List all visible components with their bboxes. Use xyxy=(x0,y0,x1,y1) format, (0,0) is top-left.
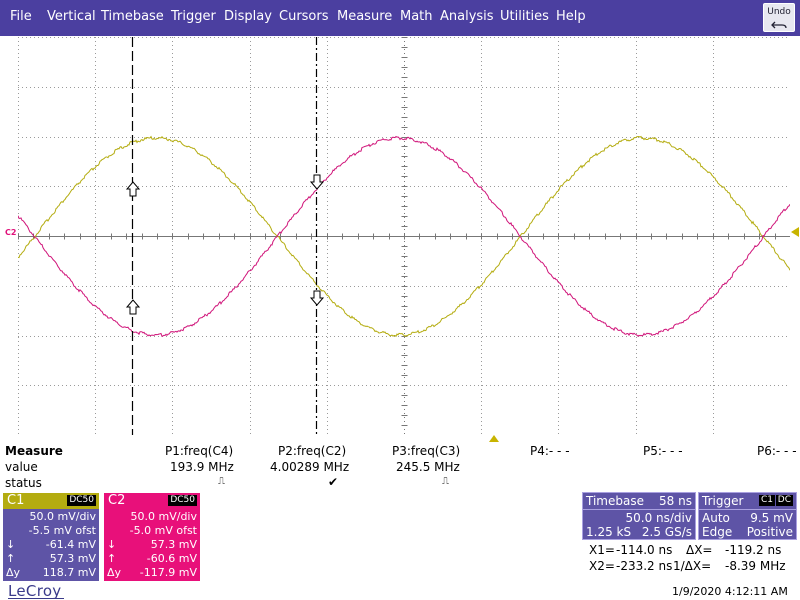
cursor-x1-c1-arrow-icon[interactable] xyxy=(309,290,325,306)
menu-analysis[interactable]: Analysis xyxy=(440,9,494,24)
menu-math[interactable]: Math xyxy=(400,9,433,24)
waveform-display xyxy=(18,37,790,435)
c2-descriptor-box[interactable]: C2 DC50 50.0 mV/div -5.0 mV ofst ↓ 57.3 … xyxy=(104,493,200,581)
c2-delta-y-label: Δy xyxy=(107,566,122,579)
cursor-inv-dx-label: 1/ΔX= xyxy=(673,559,712,573)
timebase-label: Timebase xyxy=(586,494,644,508)
menu-display[interactable]: Display xyxy=(224,9,272,24)
c1-down-value: -61.4 mV xyxy=(45,538,96,551)
menu-utilities[interactable]: Utilities xyxy=(500,9,549,24)
param-p2-value: 4.00289 MHz xyxy=(270,460,350,474)
menu-timebase[interactable]: Timebase xyxy=(101,9,164,24)
c2-up-value: -60.6 mV xyxy=(146,552,197,565)
c2-header: C2 DC50 xyxy=(104,493,200,509)
trigger-level-marker[interactable] xyxy=(791,227,799,237)
c2-down-arrow-icon: ↓ xyxy=(107,538,117,551)
cursor-x2-c2-arrow-icon[interactable] xyxy=(125,299,141,315)
c2-offset: -5.0 mV ofst xyxy=(129,524,197,537)
c2-offset-marker[interactable]: C2 xyxy=(5,229,16,237)
menu-help[interactable]: Help xyxy=(556,9,586,24)
c1-up-value: 57.3 mV xyxy=(49,552,96,565)
logo-underline xyxy=(8,598,64,599)
measure-row-value-label: value xyxy=(5,460,38,474)
trigger-position-marker[interactable] xyxy=(489,435,499,442)
param-p2-name[interactable]: P2:freq(C2) xyxy=(278,444,346,458)
menu-bar: File Vertical Timebase Trigger Display C… xyxy=(0,0,800,36)
undo-button[interactable]: Undo xyxy=(763,3,795,32)
trigger-header: Trigger C1 DC xyxy=(699,493,796,510)
menu-cursors[interactable]: Cursors xyxy=(279,9,329,24)
c1-delta-y-value: 118.7 mV xyxy=(42,566,96,579)
c2-name: C2 xyxy=(108,493,126,508)
param-p1-name[interactable]: P1:freq(C4) xyxy=(165,444,233,458)
menu-file[interactable]: File xyxy=(10,9,32,24)
param-p1-value: 193.9 MHz xyxy=(170,460,234,474)
measure-table[interactable]: Measure value status P1:freq(C4) 193.9 M… xyxy=(0,444,800,492)
trigger-source-badge: C1 xyxy=(758,495,775,506)
cursor-inv-dx-value: -8.39 MHz xyxy=(725,559,786,573)
cursor-x1-label: X1= xyxy=(589,543,615,557)
param-p5-name[interactable]: P5:- - - xyxy=(643,444,683,458)
param-p2-status-check-icon: ✔ xyxy=(328,475,339,489)
cursor-x1-c2-arrow-icon-shape xyxy=(309,174,325,190)
c1-coupling-badge: DC50 xyxy=(67,495,96,506)
c1-offset: -5.5 mV ofst xyxy=(28,524,96,537)
trigger-label: Trigger xyxy=(702,494,744,508)
cursor-dx-label: ΔX= xyxy=(686,543,713,557)
c2-down-value: 57.3 mV xyxy=(150,538,197,551)
undo-label: Undo xyxy=(767,7,791,17)
waveform-grid[interactable] xyxy=(18,37,790,435)
c1-down-arrow-icon: ↓ xyxy=(6,538,16,551)
c2-vdiv: 50.0 mV/div xyxy=(130,510,197,523)
measure-row-status-label: status xyxy=(5,476,42,490)
undo-arrow-icon xyxy=(771,21,787,29)
menu-vertical[interactable]: Vertical xyxy=(47,9,96,24)
param-p6-name[interactable]: P6:- - - xyxy=(757,444,797,458)
timebase-delay: 58 ns xyxy=(659,494,692,508)
cursor-readout: X1= -114.0 ns ΔX= -119.2 ns X2= -233.2 n… xyxy=(582,541,798,577)
menu-measure[interactable]: Measure xyxy=(337,9,392,24)
param-p3-name[interactable]: P3:freq(C3) xyxy=(392,444,460,458)
param-p1-status-icon: ⎍ xyxy=(218,476,225,487)
c1-header: C1 DC50 xyxy=(3,493,99,509)
c1-body: 50.0 mV/div -5.5 mV ofst ↓ -61.4 mV ↑ 57… xyxy=(3,509,99,581)
c2-marker-label: C2 xyxy=(5,228,17,237)
cursor-x1-c2-arrow-icon[interactable] xyxy=(309,174,325,190)
c2-body: 50.0 mV/div -5.0 mV ofst ↓ 57.3 mV ↑ -60… xyxy=(104,509,200,581)
timebase-tdiv: 50.0 ns/div xyxy=(625,511,693,525)
c1-name: C1 xyxy=(7,493,25,508)
trigger-descriptor-box[interactable]: Trigger C1 DC Auto 9.5 mV Edge Positive xyxy=(698,492,797,540)
cursor-x2-label: X2= xyxy=(589,559,615,573)
cursor-x2-c2-arrow-icon-shape xyxy=(125,299,141,315)
c2-delta-y-value: -117.9 mV xyxy=(139,566,197,579)
datetime-display: 1/9/2020 4:12:11 AM xyxy=(672,585,788,598)
trigger-slope: Positive xyxy=(746,525,793,539)
cursor-x1-c1-arrow-icon-shape xyxy=(309,290,325,306)
param-p3-value: 245.5 MHz xyxy=(396,460,460,474)
cursor-x2-value: -233.2 ns xyxy=(616,559,673,573)
c1-up-arrow-icon: ↑ xyxy=(6,552,16,565)
cursor-dx-value: -119.2 ns xyxy=(725,543,782,557)
param-p3-status-icon: ⎍ xyxy=(442,476,449,487)
c1-vdiv: 50.0 mV/div xyxy=(29,510,96,523)
trigger-mode: Auto xyxy=(702,511,730,525)
cursor-x1-value: -114.0 ns xyxy=(616,543,673,557)
menu-trigger[interactable]: Trigger xyxy=(171,9,216,24)
timebase-header: Timebase 58 ns xyxy=(583,493,695,510)
timebase-samples: 1.25 kS xyxy=(586,525,632,539)
measure-header: Measure xyxy=(5,444,63,458)
trigger-level: 9.5 mV xyxy=(750,511,793,525)
c1-delta-y-label: Δy xyxy=(6,566,21,579)
trigger-coupling-badge: DC xyxy=(775,495,793,506)
c1-descriptor-box[interactable]: C1 DC50 50.0 mV/div -5.5 mV ofst ↓ -61.4… xyxy=(3,493,99,581)
cursor-x2-c1-arrow-icon-shape xyxy=(125,181,141,197)
timebase-descriptor-box[interactable]: Timebase 58 ns 50.0 ns/div 1.25 kS 2.5 G… xyxy=(582,492,696,540)
c2-coupling-badge: DC50 xyxy=(168,495,197,506)
timebase-sample-rate: 2.5 GS/s xyxy=(641,525,692,539)
trigger-type: Edge xyxy=(702,525,733,539)
cursor-x2-c1-arrow-icon[interactable] xyxy=(125,181,141,197)
param-p4-name[interactable]: P4:- - - xyxy=(530,444,570,458)
c2-up-arrow-icon: ↑ xyxy=(107,552,117,565)
